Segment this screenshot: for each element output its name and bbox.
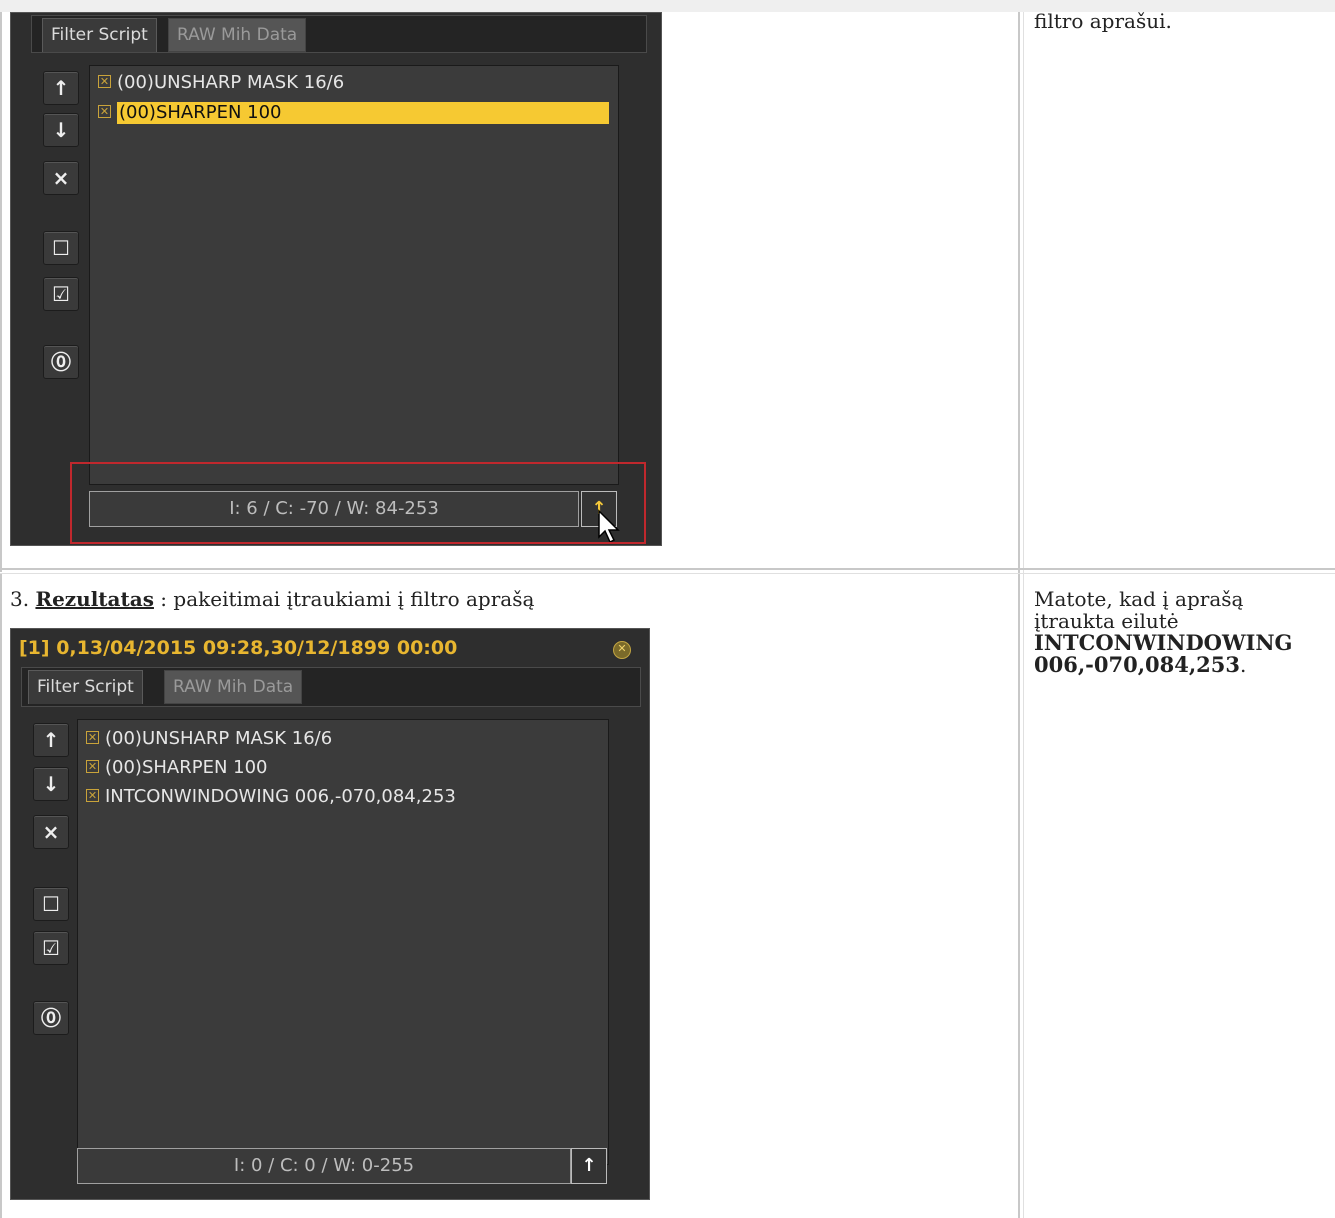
note-period: . [1240,653,1247,677]
window-level-status: I: 0 / C: 0 / W: 0-255 [77,1148,571,1184]
arrow-down-icon: ↓ [42,772,60,796]
checkbox-icon[interactable]: ✕ [86,730,99,744]
tab-raw-mih-data[interactable]: RAW Mih Data [164,670,303,704]
step-number: 3. [10,587,30,611]
list-item-label: (00)SHARPEN 100 [117,102,609,124]
filter-panel-2: [1] 0,13/04/2015 09:28,30/12/1899 00:00 … [10,628,650,1200]
checkbox-checked-icon: ☑ [42,936,60,960]
list-item[interactable]: ✕ (00)UNSHARP MASK 16/6 [98,72,344,94]
uncheck-all-button[interactable]: ☐ [43,231,79,265]
checkbox-icon[interactable]: ✕ [98,74,111,88]
table-border-left [0,12,2,572]
highlight-box [70,462,646,544]
close-icon: ✕ [617,642,627,655]
table-column-divider [1018,12,1020,1218]
note-code-line: 006,-070,084,253. [1034,652,1334,677]
checkbox-icon[interactable]: ✕ [98,104,111,118]
checkbox-empty-icon: ☐ [52,236,70,260]
reset-button[interactable]: ⓪ [43,345,79,379]
table-border-left-2 [0,574,2,1218]
step-description: : pakeitimai įtraukiami į filtro aprašą [153,587,535,611]
checkbox-empty-icon: ☐ [42,892,60,916]
reset-button[interactable]: ⓪ [33,1001,69,1035]
delete-button[interactable]: × [33,815,69,849]
list-item-label: (00)UNSHARP MASK 16/6 [117,72,345,93]
note-line-1: Matote, kad į aprašą [1034,587,1244,611]
result-note: Matote, kad į aprašą įtraukta eilutė INT… [1034,588,1334,676]
move-up-button[interactable]: ↑ [43,71,79,105]
check-all-button[interactable]: ☑ [33,931,69,965]
move-up-button[interactable]: ↑ [33,723,69,757]
close-panel-button[interactable]: ✕ [613,641,631,659]
note-code-2: 006,-070,084,253 [1034,652,1240,677]
uncheck-all-button[interactable]: ☐ [33,887,69,921]
delete-button[interactable]: × [43,161,79,195]
apply-to-script-button[interactable]: ↑ [571,1148,607,1184]
step-3-heading: 3. Rezultatas : pakeitimai įtraukiami į … [10,588,534,610]
tab-raw-mih-data[interactable]: RAW Mih Data [168,18,307,52]
check-all-button[interactable]: ☑ [43,277,79,311]
arrow-up-icon: ↑ [42,728,60,752]
list-item[interactable]: ✕ INTCONWINDOWING 006,-070,084,253 [86,786,456,808]
table-row-divider [0,568,1335,570]
step-title: Rezultatas [35,587,154,611]
checkbox-icon[interactable]: ✕ [86,788,99,802]
list-item[interactable]: ✕ (00)SHARPEN 100 [86,757,268,779]
note-code-1: INTCONWINDOWING [1034,630,1293,655]
list-item-label: (00)SHARPEN 100 [105,757,268,778]
list-item-label: INTCONWINDOWING 006,-070,084,253 [105,786,456,807]
list-item-label: (00)UNSHARP MASK 16/6 [105,728,333,749]
arrow-up-icon: ↑ [52,76,70,100]
right-cell-text-top: filtro aprašui. [1034,9,1172,33]
table-row-divider-inner [0,573,1335,574]
close-icon: × [42,820,60,844]
tab-strip: Filter Script RAW Mih Data [31,15,647,53]
move-down-button[interactable]: ↓ [43,113,79,147]
tab-filter-script[interactable]: Filter Script [42,18,157,52]
list-item[interactable]: ✕ (00)UNSHARP MASK 16/6 [86,728,332,750]
table-column-divider-inner [1023,12,1024,1218]
arrow-down-icon: ↓ [52,118,70,142]
tab-strip: Filter Script RAW Mih Data [21,667,641,707]
zero-circle-icon: ⓪ [41,1006,61,1030]
checkbox-checked-icon: ☑ [52,282,70,306]
close-icon: × [52,166,70,190]
zero-circle-icon: ⓪ [51,350,71,374]
filter-list[interactable]: ✕ (00)UNSHARP MASK 16/6 ✕ (00)SHARPEN 100 [89,65,619,485]
checkbox-icon[interactable]: ✕ [86,759,99,773]
note-line-2: įtraukta eilutė [1034,609,1179,633]
tab-filter-script[interactable]: Filter Script [28,670,143,704]
move-down-button[interactable]: ↓ [33,767,69,801]
list-item-selected[interactable]: ✕ (00)SHARPEN 100 [98,102,618,124]
arrow-up-icon: ↑ [581,1155,597,1176]
panel-title: [1] 0,13/04/2015 09:28,30/12/1899 00:00 [19,637,458,659]
filter-list[interactable]: ✕ (00)UNSHARP MASK 16/6 ✕ (00)SHARPEN 100 … [77,719,609,1165]
